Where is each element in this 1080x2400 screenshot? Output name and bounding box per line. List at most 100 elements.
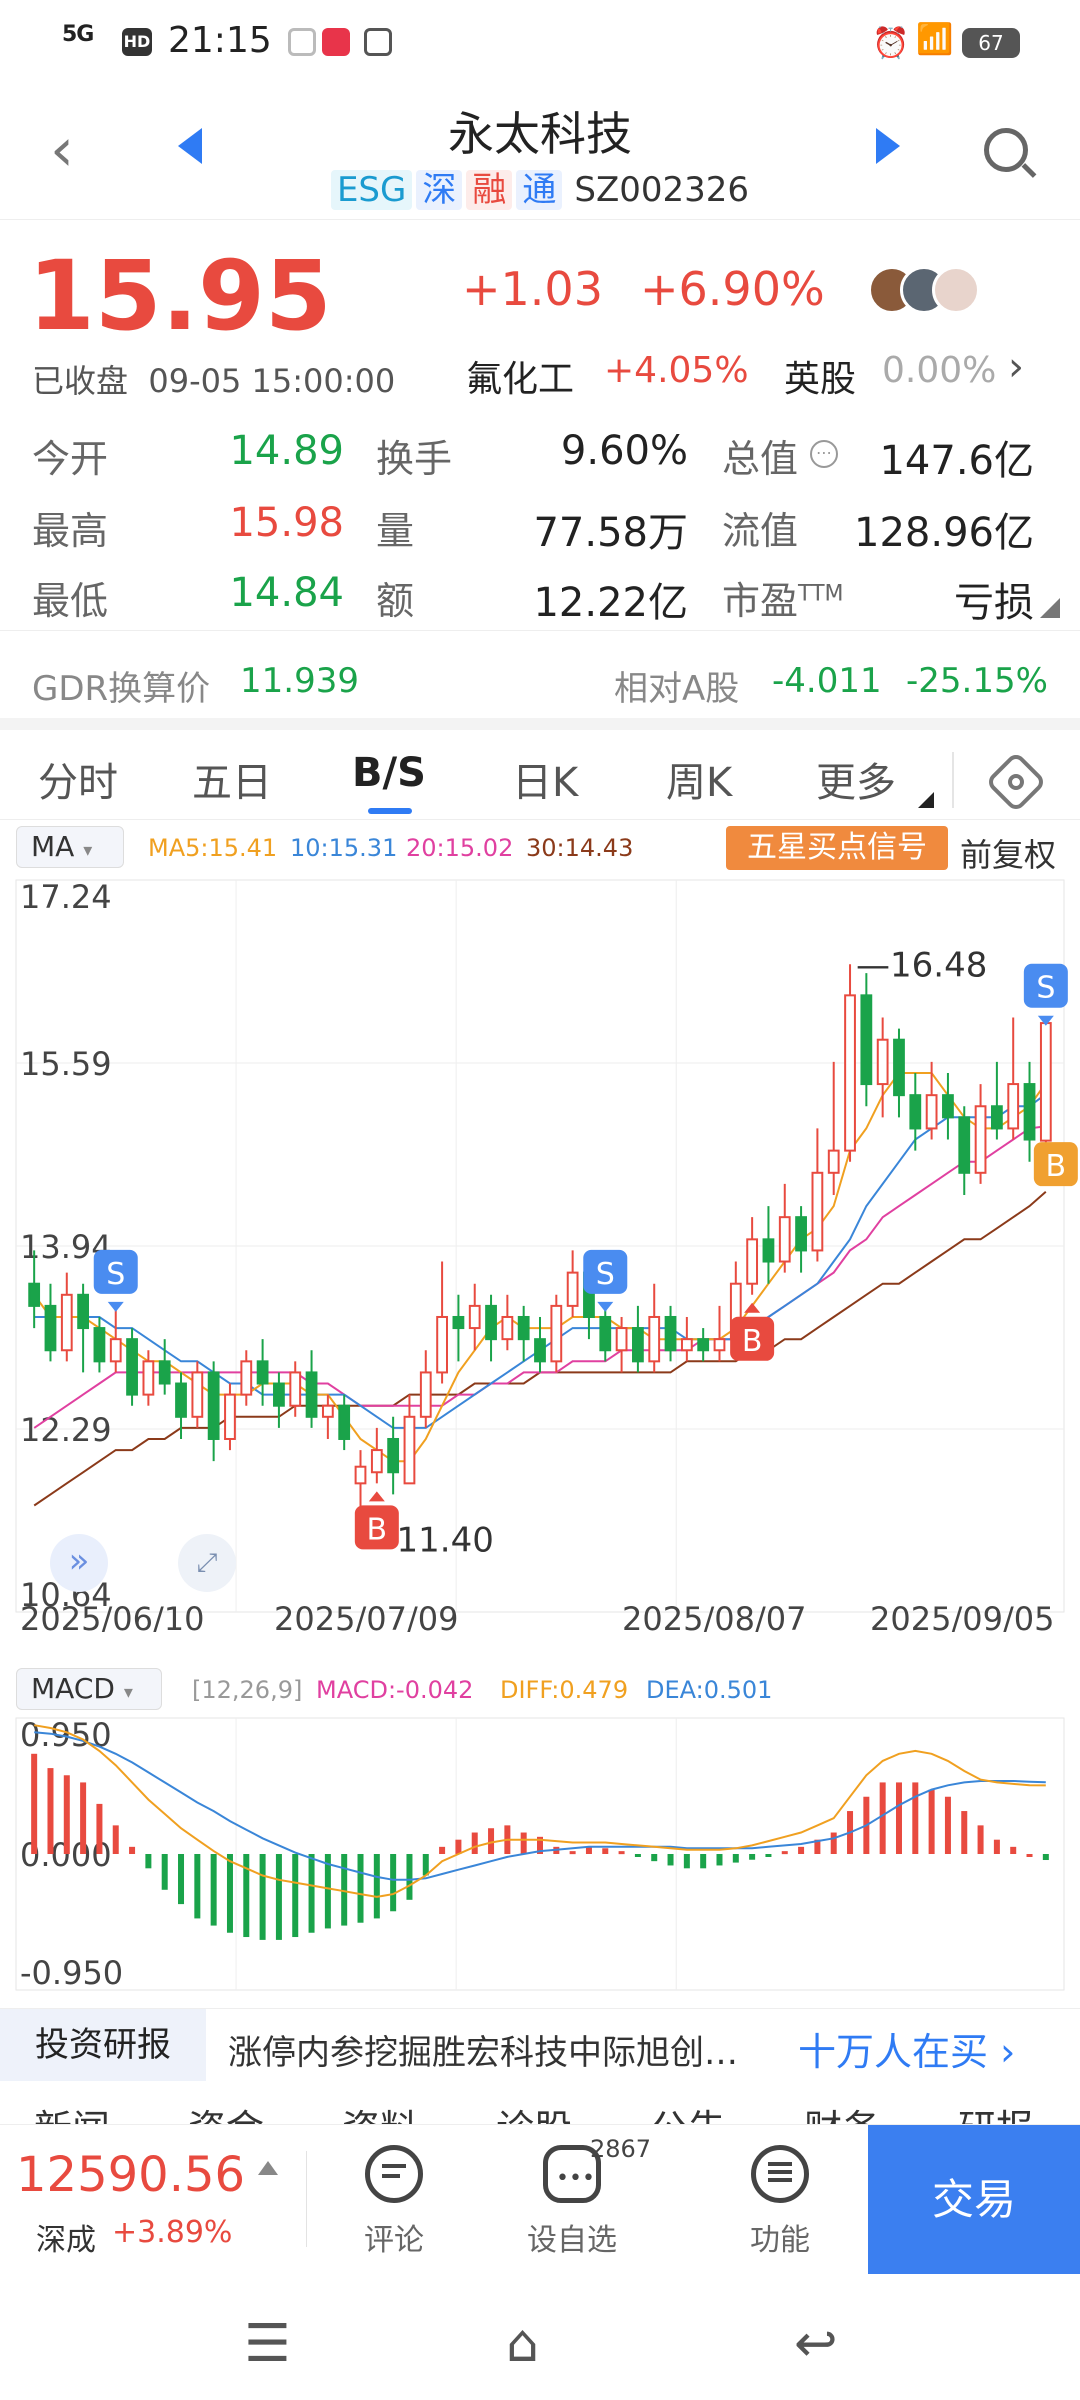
ma20-legend: 20:15.02 <box>406 834 514 862</box>
comment-label: 评论 <box>364 2223 424 2258</box>
gdr-rel-pct: -25.15% <box>906 661 1048 701</box>
y-tick-label: -0.950 <box>20 1954 123 1992</box>
alarm-icon: ⏰ <box>872 26 910 61</box>
stat-value-volume: 77.58万 <box>533 510 688 556</box>
macd-bar <box>373 1854 380 1919</box>
macd-bar <box>178 1854 185 1905</box>
tab-more[interactable]: 更多 <box>816 750 896 808</box>
menu-icon[interactable]: ☰ <box>244 2314 291 2374</box>
macd-bar <box>145 1854 152 1869</box>
five-star-signal-button[interactable]: 五星买点信号 <box>726 826 948 870</box>
candle-up <box>142 1360 155 1396</box>
macd-bar <box>31 1753 38 1854</box>
candle-down <box>387 1437 400 1474</box>
macd-bar <box>1042 1854 1049 1861</box>
macd-chart[interactable]: 0.9500.000-0.950 <box>0 1714 1080 1994</box>
y-tick-label: 15.59 <box>20 1045 112 1083</box>
news-tab[interactable]: 研报 <box>958 2098 1034 2124</box>
stat-label-open: 今开 <box>32 437 109 481</box>
closed-label: 已收盘 <box>32 362 129 400</box>
tab-bs[interactable]: B/S <box>352 750 426 796</box>
candle-up <box>468 1304 481 1330</box>
tag-esg[interactable]: ESG <box>330 170 413 210</box>
news-tab[interactable]: 公告 <box>650 2098 726 2124</box>
candle-down <box>28 1282 41 1307</box>
divider <box>306 2151 307 2247</box>
market-status: 已收盘 09-05 15:00:00 <box>32 356 395 402</box>
settings-icon[interactable] <box>984 750 1048 814</box>
candle-up <box>370 1449 383 1474</box>
fullscreen-icon[interactable]: ⤢ <box>178 1534 236 1592</box>
indicator-select-ma[interactable]: MA ▾ <box>16 826 124 868</box>
active-tab-indicator <box>368 808 412 814</box>
info-icon[interactable]: ⋯ <box>810 440 838 468</box>
candle-down <box>175 1382 187 1418</box>
y-tick-label: 0.950 <box>20 1716 112 1754</box>
community-avatars[interactable] <box>868 266 980 314</box>
candle-down <box>697 1338 710 1352</box>
candle-down <box>632 1327 644 1363</box>
news-tab[interactable]: 财务 <box>804 2098 880 2124</box>
comment-icon <box>365 2145 423 2203</box>
research-bar[interactable]: 投资研报 涨停内参挖掘胜宏科技中际旭创… 十万人在买 › <box>0 2008 1080 2081</box>
indicator-select-macd[interactable]: MACD ▾ <box>16 1668 162 1710</box>
index-value[interactable]: 12590.56 <box>16 2147 245 2203</box>
next-stock-icon[interactable] <box>876 128 900 164</box>
candle-down <box>77 1293 90 1330</box>
hd-indicator: HD <box>122 28 152 56</box>
research-headline[interactable]: 涨停内参挖掘胜宏科技中际旭创… <box>228 2025 738 2074</box>
divider <box>952 752 954 808</box>
macd-bar <box>341 1854 348 1926</box>
stat-label-amount: 额 <box>376 579 415 623</box>
index-change: +3.89% <box>112 2215 233 2250</box>
tab-weekly-k[interactable]: 周K <box>666 750 732 808</box>
tab-five-day[interactable]: 五日 <box>192 750 272 808</box>
market-name[interactable]: 英股 <box>784 350 856 402</box>
macd-bar <box>390 1854 397 1912</box>
news-tab[interactable]: 诊股 <box>496 2098 572 2124</box>
candle-up <box>827 1149 840 1174</box>
candle-up <box>191 1371 204 1418</box>
tab-daily-k[interactable]: 日K <box>512 750 578 808</box>
candle-down <box>93 1327 106 1363</box>
candle-down <box>860 994 873 1086</box>
news-tab[interactable]: 新闻 <box>34 2098 110 2124</box>
notification-app-icon <box>288 28 316 56</box>
tab-intraday[interactable]: 分时 <box>38 750 118 808</box>
gdr-label: GDR换算价 <box>32 669 211 709</box>
macd-bar <box>895 1782 902 1854</box>
adjust-mode-button[interactable]: 前复权 <box>960 830 1056 876</box>
macd-bar <box>226 1854 233 1933</box>
search-icon[interactable] <box>984 128 1028 172</box>
sector-name[interactable]: 氟化工 <box>466 350 574 402</box>
function-button[interactable]: 功能 <box>720 2145 840 2259</box>
candle-up <box>403 1415 416 1485</box>
stat-value-mktcap: 147.6亿 <box>879 438 1034 484</box>
candle-down <box>1023 1083 1036 1141</box>
tag-tong: 通 <box>516 170 563 210</box>
stat-label-mktcap: 总值 <box>722 437 799 481</box>
back-nav-icon[interactable]: ↩ <box>794 2314 838 2374</box>
news-tab[interactable]: 资料 <box>342 2098 418 2124</box>
trade-button[interactable]: 交易 <box>868 2125 1080 2275</box>
x-tick-label: 2025/07/09 <box>274 1600 458 1632</box>
candle-down <box>893 1038 905 1097</box>
candle-up <box>419 1371 432 1418</box>
x-tick-label: 2025/09/05 <box>870 1600 1054 1632</box>
x-tick-label: 2025/08/07 <box>622 1600 806 1632</box>
expand-corner-icon[interactable] <box>1040 598 1060 618</box>
buy-marker-label: B <box>1046 1149 1067 1184</box>
candle-up <box>974 1105 987 1174</box>
candle-up <box>811 1171 824 1252</box>
candlestick-chart[interactable]: 17.2415.5913.9412.2910.64—16.48—11.40SBS… <box>0 872 1080 1632</box>
candle-up <box>615 1327 628 1352</box>
expand-left-icon[interactable]: » <box>50 1534 108 1592</box>
research-buy-link[interactable]: 十万人在买 › <box>798 2021 1015 2076</box>
chevron-right-icon[interactable]: › <box>1008 344 1024 390</box>
candle-down <box>158 1360 171 1385</box>
home-icon[interactable]: ⌂ <box>506 2314 539 2374</box>
y-tick-label: 12.29 <box>20 1411 112 1449</box>
comment-button[interactable]: 评论 <box>334 2145 454 2259</box>
news-tab[interactable]: 资金 <box>188 2098 264 2124</box>
macd-bar <box>928 1789 935 1854</box>
